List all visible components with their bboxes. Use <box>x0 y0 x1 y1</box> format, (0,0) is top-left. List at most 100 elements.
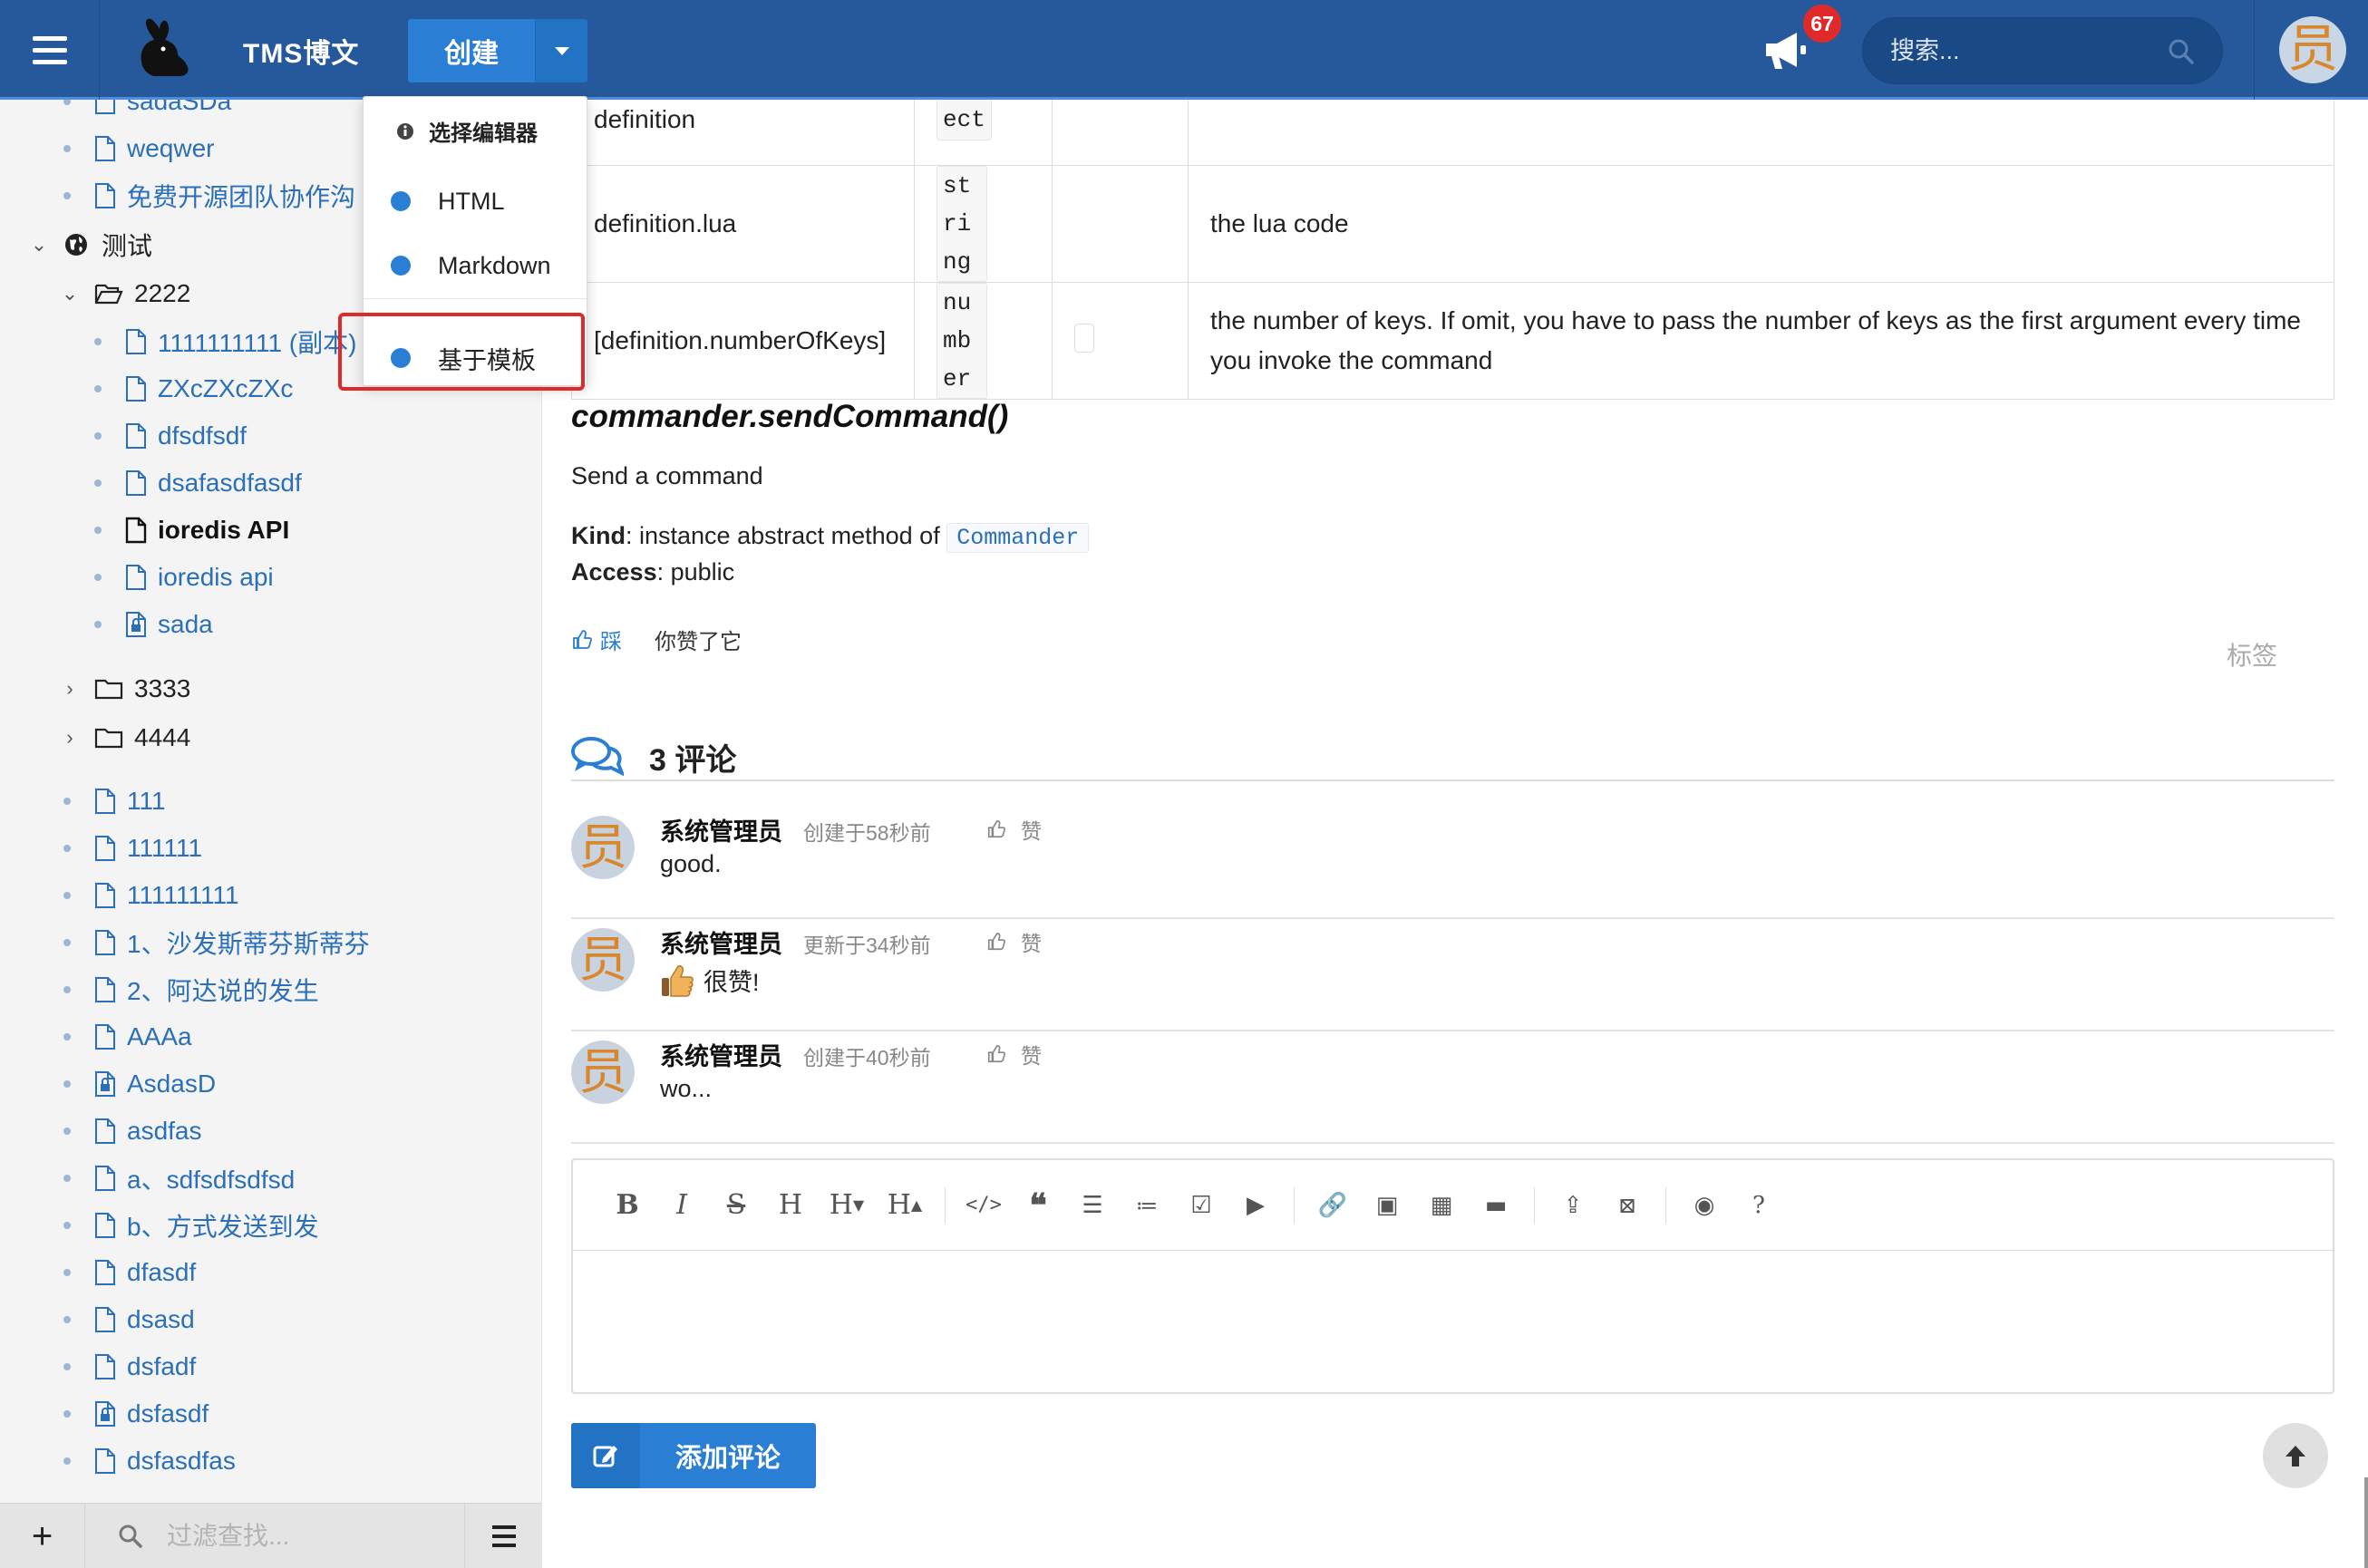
notification-badge[interactable]: 67 <box>1800 2 1844 45</box>
tree-item-document[interactable]: dsafasdfasdf <box>94 460 302 507</box>
comment-like[interactable]: 赞 <box>986 1039 1042 1070</box>
tree-item-label: 3333 <box>134 674 191 702</box>
back-to-top-button[interactable] <box>2263 1423 2328 1488</box>
tree-item-label: dfsdfsdf <box>158 421 247 450</box>
bullet <box>63 100 71 105</box>
user-avatar[interactable]: 员 <box>2279 16 2346 83</box>
table-icon[interactable]: ▦ <box>1414 1178 1469 1233</box>
tree-item-document[interactable]: 111 <box>63 778 166 825</box>
horizontal-rule-icon[interactable]: ▬ <box>1469 1178 1523 1233</box>
params-table: definition ect definition.lua string the… <box>571 100 2334 400</box>
pencil-square-icon <box>593 1446 617 1467</box>
access-label: Access <box>571 558 657 586</box>
menu-item-markdown[interactable]: Markdown <box>391 243 551 288</box>
chevron-right-icon[interactable]: › <box>56 726 83 750</box>
dislike-link[interactable]: 踩 <box>600 624 622 655</box>
help-icon[interactable]: ? <box>1732 1178 1786 1233</box>
add-comment-button[interactable]: 添加评论 <box>571 1423 816 1488</box>
comment-author[interactable]: 系统管理员 <box>660 812 782 847</box>
preview-eye-icon[interactable]: ◉ <box>1677 1178 1732 1233</box>
menu-item-html[interactable]: HTML <box>391 179 505 224</box>
tree-item-document[interactable]: ioredis api <box>94 554 274 601</box>
unordered-list-icon[interactable]: ☰ <box>1065 1178 1120 1233</box>
comment-author[interactable]: 系统管理员 <box>660 924 782 960</box>
tree-item-document[interactable]: dsasd <box>63 1296 195 1343</box>
filter-input[interactable] <box>167 1509 439 1563</box>
chevron-right-icon[interactable]: › <box>56 677 83 701</box>
heading-smaller-icon[interactable]: H ▼ <box>818 1178 876 1233</box>
tree-item-document[interactable]: 1、沙发斯蒂芬斯蒂芬 <box>63 919 370 966</box>
comment-like[interactable]: 赞 <box>986 814 1042 845</box>
tree-space[interactable]: ⌄ 测试 <box>25 221 152 268</box>
list-menu-icon[interactable] <box>464 1504 541 1568</box>
tree-item-document[interactable]: 111111 <box>63 825 202 872</box>
add-icon[interactable]: + <box>0 1504 85 1568</box>
megaphone-icon[interactable] <box>1762 29 1810 71</box>
thumbs-up-icon[interactable] <box>571 629 593 651</box>
menu-toggle-icon[interactable] <box>0 0 100 100</box>
quote-icon[interactable]: ❝ <box>1011 1178 1065 1233</box>
tree-item-document[interactable]: 2、阿达说的发生 <box>63 966 319 1013</box>
upload-icon[interactable]: ⇪ <box>1546 1178 1600 1233</box>
tree-item-document[interactable]: 111111111 <box>63 872 239 919</box>
tree-item-document[interactable]: dfsdfsdf <box>94 412 247 460</box>
code-icon[interactable]: </> <box>956 1178 1011 1233</box>
tree-item-document[interactable]: sada <box>94 601 213 648</box>
info-icon <box>397 122 413 140</box>
heading-bigger-icon[interactable]: H ▲ <box>876 1178 934 1233</box>
tree-item-document[interactable]: a、sdfsdfsdfsd <box>63 1155 295 1202</box>
play-icon[interactable]: ▶ <box>1228 1178 1283 1233</box>
rabbit-logo-icon[interactable] <box>127 15 196 83</box>
bullet <box>63 892 71 899</box>
create-dropdown-toggle[interactable] <box>535 19 587 82</box>
bold-icon[interactable]: B <box>600 1178 655 1233</box>
ordered-list-icon[interactable]: ≔ <box>1120 1178 1174 1233</box>
avatar[interactable]: 员 <box>571 816 635 879</box>
tree-item-document[interactable]: 免费开源团队协作沟 <box>63 172 355 219</box>
comment-author[interactable]: 系统管理员 <box>660 1037 782 1072</box>
tags-label[interactable]: 标签 <box>2227 636 2277 673</box>
commander-link[interactable]: Commander <box>946 523 1090 553</box>
create-button[interactable]: 创建 <box>408 19 535 82</box>
comment-item: 员系统管理员 创建于58秒前 赞 good. <box>571 807 2334 919</box>
tree-folder[interactable]: ⌄ 2222 <box>56 270 191 317</box>
checklist-icon[interactable]: ☑ <box>1174 1178 1228 1233</box>
bullet <box>63 986 71 993</box>
comment-item: 员系统管理员 更新于34秒前 赞很赞! <box>571 919 2334 1031</box>
tree-item-document[interactable]: ioredis API <box>94 507 289 554</box>
tree-item-document[interactable]: ZXcZXcZXc <box>94 365 293 412</box>
chevron-down-icon[interactable]: ⌄ <box>56 282 83 305</box>
avatar[interactable]: 员 <box>571 928 635 992</box>
comment-time: 创建于58秒前 <box>803 821 931 845</box>
search-icon[interactable] <box>2168 38 2195 65</box>
search-input[interactable] <box>1890 18 2153 83</box>
tree-item-document[interactable]: weqwer <box>63 125 214 172</box>
tree-item-document[interactable]: 1111111111 (副本) <box>94 318 356 365</box>
chevron-down-icon[interactable]: ⌄ <box>25 233 53 256</box>
image-icon[interactable]: ▣ <box>1360 1178 1414 1233</box>
tree-item-document[interactable]: dsfasdf <box>63 1390 209 1437</box>
tree-folder[interactable]: › 3333 <box>56 665 190 712</box>
tree-item-label: ioredis API <box>158 516 290 544</box>
optional-checkbox[interactable] <box>1074 323 1094 353</box>
tree-item-document[interactable]: dfasdf <box>63 1249 196 1296</box>
link-icon[interactable]: 🔗 <box>1305 1178 1360 1233</box>
brand-title[interactable]: TMS博文 <box>243 31 359 71</box>
editor-textarea[interactable] <box>573 1251 2333 1392</box>
comment-like[interactable]: 赞 <box>986 926 1042 957</box>
tree-item-document[interactable]: dsfadf <box>63 1343 196 1390</box>
tree-folder[interactable]: › 4444 <box>56 714 190 761</box>
avatar[interactable]: 员 <box>571 1040 635 1104</box>
heading-icon[interactable]: H <box>763 1178 818 1233</box>
strikethrough-icon[interactable]: S <box>709 1178 763 1233</box>
tree-item-document[interactable]: dsfasdfas <box>63 1437 236 1485</box>
tree-item-document[interactable]: sadaSDa <box>63 100 231 125</box>
document-icon <box>95 1166 115 1191</box>
tree-item-document[interactable]: AsdasD <box>63 1060 216 1108</box>
scrollbar[interactable] <box>2364 1477 2368 1568</box>
italic-icon[interactable]: I <box>655 1178 709 1233</box>
excel-file-icon[interactable]: ⊠ <box>1600 1178 1655 1233</box>
tree-item-document[interactable]: AAAa <box>63 1013 192 1060</box>
tree-item-document[interactable]: b、方式发送到发 <box>63 1202 319 1249</box>
tree-item-document[interactable]: asdfas <box>63 1108 202 1155</box>
